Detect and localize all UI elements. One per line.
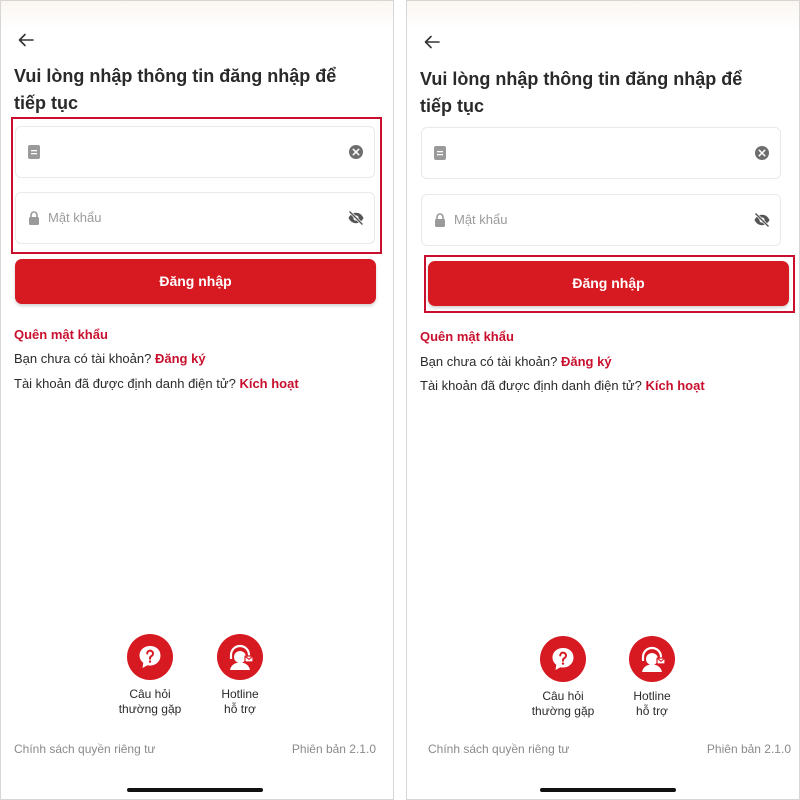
hotline-icon-circle	[217, 634, 263, 680]
username-field[interactable]	[421, 127, 781, 179]
register-line: Bạn chưa có tài khoản? Đăng ký	[420, 354, 612, 369]
clear-circle-icon[interactable]	[753, 144, 771, 162]
hotline-button[interactable]: Hotline hỗ trợ	[200, 634, 280, 717]
login-highlight-box	[424, 255, 795, 313]
register-line: Bạn chưa có tài khoản? Đăng ký	[14, 351, 206, 366]
screen-left: Vui lòng nhập thông tin đăng nhập để tiế…	[0, 0, 394, 800]
question-bubble-icon	[552, 648, 574, 670]
faq-caption-line1: Câu hỏi	[542, 689, 584, 703]
privacy-policy-link[interactable]: Chính sách quyền riêng tư	[14, 742, 155, 756]
header-pattern	[407, 1, 799, 29]
activate-link[interactable]: Kích hoạt	[239, 376, 298, 391]
faq-caption: Câu hỏi thường gặp	[110, 687, 190, 717]
eye-off-icon[interactable]	[753, 211, 771, 229]
page-title: Vui lòng nhập thông tin đăng nhập để tiế…	[420, 69, 743, 116]
register-prompt: Bạn chưa có tài khoản?	[420, 354, 558, 369]
activate-line: Tài khoản đã được định danh điện tử? Kíc…	[420, 378, 705, 393]
hotline-button[interactable]: Hotline hỗ trợ	[612, 636, 692, 719]
privacy-policy-link[interactable]: Chính sách quyền riêng tư	[428, 742, 569, 756]
support-agent-icon	[641, 646, 666, 672]
version-label: Phiên bản 2.1.0	[291, 742, 376, 756]
arrow-left-icon	[424, 35, 440, 49]
faq-caption-line2: thường gặp	[531, 704, 595, 718]
id-card-icon	[434, 146, 446, 160]
faq-caption: Câu hỏi thường gặp	[523, 689, 603, 719]
password-field[interactable]: Mật khẩu	[421, 194, 781, 246]
faq-button[interactable]: Câu hỏi thường gặp	[523, 636, 603, 719]
password-input[interactable]: Mật khẩu	[454, 212, 507, 227]
activate-prompt: Tài khoản đã được định danh điện tử?	[420, 378, 642, 393]
register-prompt: Bạn chưa có tài khoản?	[14, 351, 152, 366]
hotline-caption-line1: Hotline	[633, 689, 671, 703]
faq-icon-circle	[540, 636, 586, 682]
back-button[interactable]	[421, 31, 443, 53]
back-button[interactable]	[15, 29, 37, 51]
hotline-caption-line2: hỗ trợ	[636, 704, 668, 718]
hotline-caption: Hotline hỗ trợ	[612, 689, 692, 719]
activate-prompt: Tài khoản đã được định danh điện tử?	[14, 376, 236, 391]
activate-line: Tài khoản đã được định danh điện tử? Kíc…	[14, 376, 299, 391]
support-agent-icon	[229, 644, 254, 670]
screen-right: Vui lòng nhập thông tin đăng nhập để tiế…	[406, 0, 800, 800]
forgot-password-link[interactable]: Quên mật khẩu	[420, 329, 514, 344]
arrow-left-icon	[18, 33, 34, 47]
faq-icon-circle	[127, 634, 173, 680]
credentials-highlight-box	[11, 117, 382, 254]
version-label: Phiên bản 2.1.0	[706, 742, 791, 756]
hotline-caption-line2: hỗ trợ	[224, 702, 256, 716]
screen-divider	[397, 0, 406, 800]
page-title: Vui lòng nhập thông tin đăng nhập để tiế…	[14, 66, 337, 113]
header-pattern	[1, 1, 393, 29]
register-link[interactable]: Đăng ký	[561, 354, 612, 369]
home-indicator[interactable]	[540, 788, 676, 792]
faq-button[interactable]: Câu hỏi thường gặp	[110, 634, 190, 717]
hotline-caption: Hotline hỗ trợ	[200, 687, 280, 717]
activate-link[interactable]: Kích hoạt	[645, 378, 704, 393]
hotline-icon-circle	[629, 636, 675, 682]
register-link[interactable]: Đăng ký	[155, 351, 206, 366]
login-button[interactable]: Đăng nhập	[15, 259, 376, 304]
hotline-caption-line1: Hotline	[221, 687, 259, 701]
home-indicator[interactable]	[127, 788, 263, 792]
forgot-password-link[interactable]: Quên mật khẩu	[14, 327, 108, 342]
faq-caption-line1: Câu hỏi	[129, 687, 171, 701]
faq-caption-line2: thường gặp	[118, 702, 182, 716]
question-bubble-icon	[139, 646, 161, 668]
lock-icon	[435, 213, 445, 227]
